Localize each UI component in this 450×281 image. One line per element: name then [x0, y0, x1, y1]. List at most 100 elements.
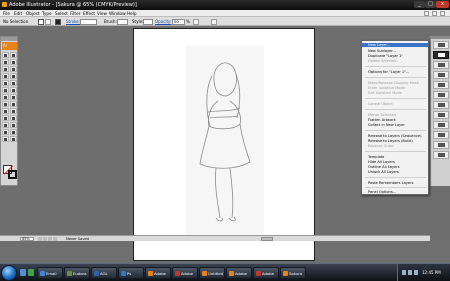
artboard[interactable]: [133, 28, 315, 261]
taskbar-button[interactable]: Adobe: [145, 267, 171, 279]
mesh-tool[interactable]: [2, 108, 9, 114]
menu-item-duplicate-layer[interactable]: Duplicate "Layer 1": [362, 54, 428, 58]
pencil-tool[interactable]: [10, 80, 17, 86]
first-artboard-icon[interactable]: [38, 237, 42, 241]
volume-icon[interactable]: [408, 270, 412, 275]
start-button[interactable]: [1, 265, 17, 281]
menu-item-clipping-mask[interactable]: Make/Release Clipping Mask: [362, 81, 428, 85]
taskbar-button[interactable]: Untitled: [199, 267, 225, 279]
last-artboard-icon[interactable]: [53, 237, 57, 241]
type-tool[interactable]: [10, 66, 17, 72]
brushes-panel-button[interactable]: [433, 71, 449, 79]
scale-tool[interactable]: [10, 87, 17, 93]
hand-tool[interactable]: [2, 136, 9, 142]
graphic-styles-panel-button[interactable]: [433, 131, 449, 139]
menu-help[interactable]: Help: [127, 10, 137, 17]
menu-item-merge-selected[interactable]: Merge Selected: [362, 113, 428, 117]
menu-item-exit-isolation[interactable]: Exit Isolation Mode: [362, 91, 428, 95]
brush-dropdown[interactable]: [117, 18, 128, 25]
menu-item-release-sequence[interactable]: Release to Layers (Sequence): [362, 134, 428, 138]
opacity-field[interactable]: 50: [172, 18, 185, 25]
free-transform-tool[interactable]: [10, 94, 17, 100]
warp-tool[interactable]: [2, 94, 9, 100]
menu-item-paste-remembers-layers[interactable]: Paste Remembers Layers: [362, 181, 428, 185]
symbol-sprayer-tool[interactable]: [2, 101, 9, 107]
menu-item-reverse-order[interactable]: Reverse Order: [362, 144, 428, 148]
column-graph-tool[interactable]: [10, 101, 17, 107]
pen-tool[interactable]: [2, 66, 9, 72]
lasso-tool[interactable]: [10, 59, 17, 65]
taskbar-button[interactable]: Eudora: [64, 267, 90, 279]
stroke-weight-field[interactable]: [80, 18, 97, 25]
taskbar-button-active[interactable]: Sakura: [280, 267, 306, 279]
taskbar-button[interactable]: Adobe: [253, 267, 279, 279]
taskbar-button[interactable]: Adobe: [226, 267, 252, 279]
color-panel-button[interactable]: [433, 41, 449, 49]
pathfinder-panel-button[interactable]: [433, 151, 449, 159]
zoom-level-field[interactable]: 65%: [20, 236, 34, 241]
previous-artboard-icon[interactable]: [43, 237, 47, 241]
rotate-tool[interactable]: [2, 87, 9, 93]
menu-item-unlock-all-layers[interactable]: Unlock All Layers: [362, 170, 428, 174]
document-setup-button[interactable]: [193, 18, 199, 25]
layers-panel-button[interactable]: [433, 51, 449, 59]
doc-minimize-icon[interactable]: [424, 11, 429, 16]
gradient-panel-button[interactable]: [433, 101, 449, 109]
menu-edit[interactable]: Edit: [14, 10, 22, 17]
stroke-panel-button[interactable]: [433, 91, 449, 99]
transparency-panel-button[interactable]: [433, 111, 449, 119]
menu-filter[interactable]: Filter: [70, 10, 80, 17]
next-artboard-icon[interactable]: [48, 237, 52, 241]
magic-wand-tool[interactable]: [2, 59, 9, 65]
stroke-swatch[interactable]: [8, 170, 17, 179]
menu-item-collect-new-layer[interactable]: Collect in New Layer: [362, 123, 428, 127]
paintbrush-tool[interactable]: [2, 80, 9, 86]
menu-item-panel-options[interactable]: Panel Options...: [362, 190, 428, 194]
close-button[interactable]: x: [436, 1, 449, 8]
taskbar-button[interactable]: Ps: [118, 267, 144, 279]
browser-icon[interactable]: [28, 269, 34, 276]
live-paint-selection-tool[interactable]: [10, 122, 17, 128]
direct-selection-tool[interactable]: [10, 52, 17, 58]
control-panel-menu-icon[interactable]: [211, 18, 217, 25]
rectangle-tool[interactable]: [10, 73, 17, 79]
swatches-panel-button[interactable]: [433, 61, 449, 69]
blend-tool[interactable]: [10, 115, 17, 121]
taskbar-button[interactable]: Adobe: [172, 267, 198, 279]
battery-icon[interactable]: [414, 270, 418, 275]
scrollbar-thumb[interactable]: [261, 237, 273, 241]
menu-item-flatten-artwork[interactable]: Flatten Artwork: [362, 118, 428, 122]
minimize-button[interactable]: _: [414, 1, 425, 8]
menu-item-hide-all-layers[interactable]: Hide All Layers: [362, 160, 428, 164]
menu-file[interactable]: File: [3, 10, 10, 17]
line-tool[interactable]: [2, 73, 9, 79]
menu-item-new-layer[interactable]: New Layer...: [362, 43, 428, 48]
desktop-icon[interactable]: [20, 269, 26, 276]
align-panel-button[interactable]: [433, 141, 449, 149]
appearance-panel-button[interactable]: [433, 121, 449, 129]
symbols-panel-button[interactable]: [433, 81, 449, 89]
fill-dropdown[interactable]: [45, 18, 51, 25]
slice-tool[interactable]: [2, 129, 9, 135]
selection-tool[interactable]: [2, 52, 9, 58]
opacity-label[interactable]: Opacity:: [155, 17, 171, 26]
doc-close-icon[interactable]: [440, 11, 445, 16]
zoom-tool[interactable]: [10, 136, 17, 142]
doc-restore-icon[interactable]: [432, 11, 437, 16]
taskbar-button[interactable]: Email: [37, 267, 63, 279]
gradient-tool[interactable]: [10, 108, 17, 114]
menu-item-template[interactable]: Template: [362, 155, 428, 159]
maximize-button[interactable]: □: [425, 1, 436, 8]
menu-item-enter-isolation[interactable]: Enter Isolation Mode: [362, 86, 428, 90]
menu-view[interactable]: View: [97, 10, 107, 17]
taskbar-button[interactable]: AOL: [91, 267, 117, 279]
menu-item-layer-options[interactable]: Options for "Layer 1"...: [362, 70, 428, 74]
style-dropdown[interactable]: [143, 18, 153, 25]
menu-object[interactable]: Object: [26, 10, 40, 17]
tools-panel-header[interactable]: [1, 37, 17, 41]
menu-item-locate-object[interactable]: Locate Object: [362, 102, 428, 106]
stroke-label[interactable]: Stroke:: [66, 17, 80, 26]
live-paint-tool[interactable]: [2, 122, 9, 128]
menu-effect[interactable]: Effect: [83, 10, 95, 17]
menu-select[interactable]: Select: [55, 10, 68, 17]
